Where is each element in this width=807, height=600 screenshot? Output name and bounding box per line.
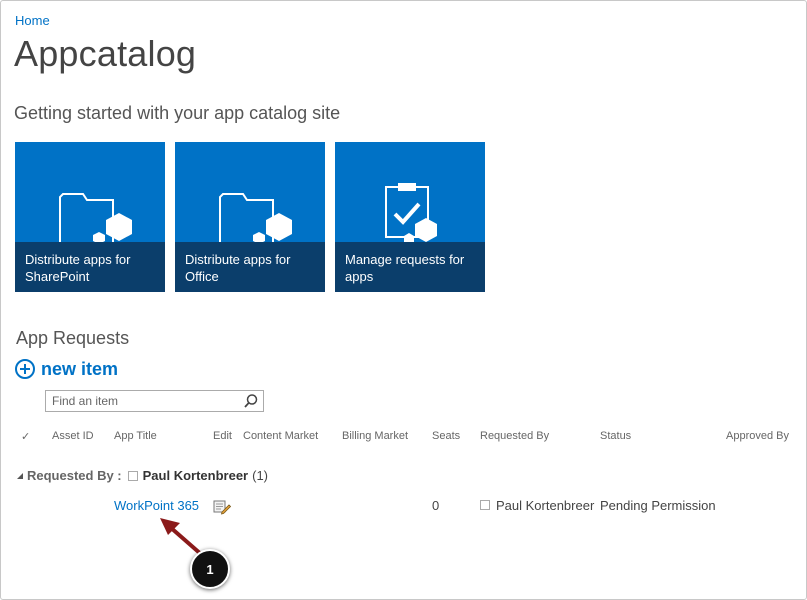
breadcrumb-home[interactable]: Home [15, 13, 50, 28]
page-title: Appcatalog [14, 33, 197, 74]
presence-icon [127, 470, 138, 481]
folder-app-icon [59, 193, 132, 242]
column-header-seats[interactable]: Seats [432, 430, 460, 442]
search-icon[interactable] [243, 393, 259, 409]
new-item-label: new item [41, 358, 119, 379]
tile-label: Manage requests for apps [345, 252, 465, 284]
tile-manage-requests[interactable]: Manage requests for apps [335, 142, 485, 292]
group-count: (1) [252, 468, 269, 483]
group-key: Requested By : [27, 468, 122, 483]
search-input[interactable] [46, 391, 243, 411]
column-header-approved-by[interactable]: Approved By [726, 430, 789, 442]
tile-label: Distribute apps for SharePoint [25, 252, 131, 284]
collapse-caret-icon[interactable] [17, 472, 23, 479]
seats-value: 0 [432, 498, 440, 513]
column-header-content-market[interactable]: Content Market [243, 430, 318, 442]
presence-icon [480, 500, 490, 510]
requested-by-cell[interactable]: Paul Kortenbreer [480, 498, 594, 513]
column-header-billing-market[interactable]: Billing Market [342, 430, 408, 442]
tile-caption: Distribute apps for Office [175, 242, 325, 292]
group-value: Paul Kortenbreer [142, 468, 249, 483]
column-header-requested-by[interactable]: Requested By [480, 430, 549, 442]
tile-distribute-office[interactable]: Distribute apps for Office [175, 142, 325, 292]
group-header[interactable]: Requested By : Paul Kortenbreer (1) [17, 468, 268, 483]
column-header-asset-id[interactable]: Asset ID [52, 430, 94, 442]
column-header-status[interactable]: Status [600, 430, 631, 442]
new-item-button[interactable]: new item [15, 357, 118, 381]
tile-label: Distribute apps for Office [185, 252, 291, 284]
getting-started-heading: Getting started with your app catalog si… [14, 103, 341, 123]
column-header-app-title[interactable]: App Title [114, 430, 157, 442]
requested-by-name: Paul Kortenbreer [496, 498, 595, 513]
status-value: Pending Permission [600, 498, 716, 513]
clipboard-check-icon [385, 183, 437, 242]
plus-circle-icon [15, 359, 35, 379]
tile-caption: Manage requests for apps [335, 242, 485, 292]
select-all-checkmark[interactable]: ✓ [21, 430, 30, 443]
folder-app-icon [219, 193, 292, 242]
list-title: App Requests [16, 328, 130, 348]
tile-caption: Distribute apps for SharePoint [15, 242, 165, 292]
step-callout: 1 [190, 549, 230, 589]
column-header-edit[interactable]: Edit [213, 430, 232, 442]
search-box [45, 390, 264, 412]
tile-distribute-sharepoint[interactable]: Distribute apps for SharePoint [15, 142, 165, 292]
